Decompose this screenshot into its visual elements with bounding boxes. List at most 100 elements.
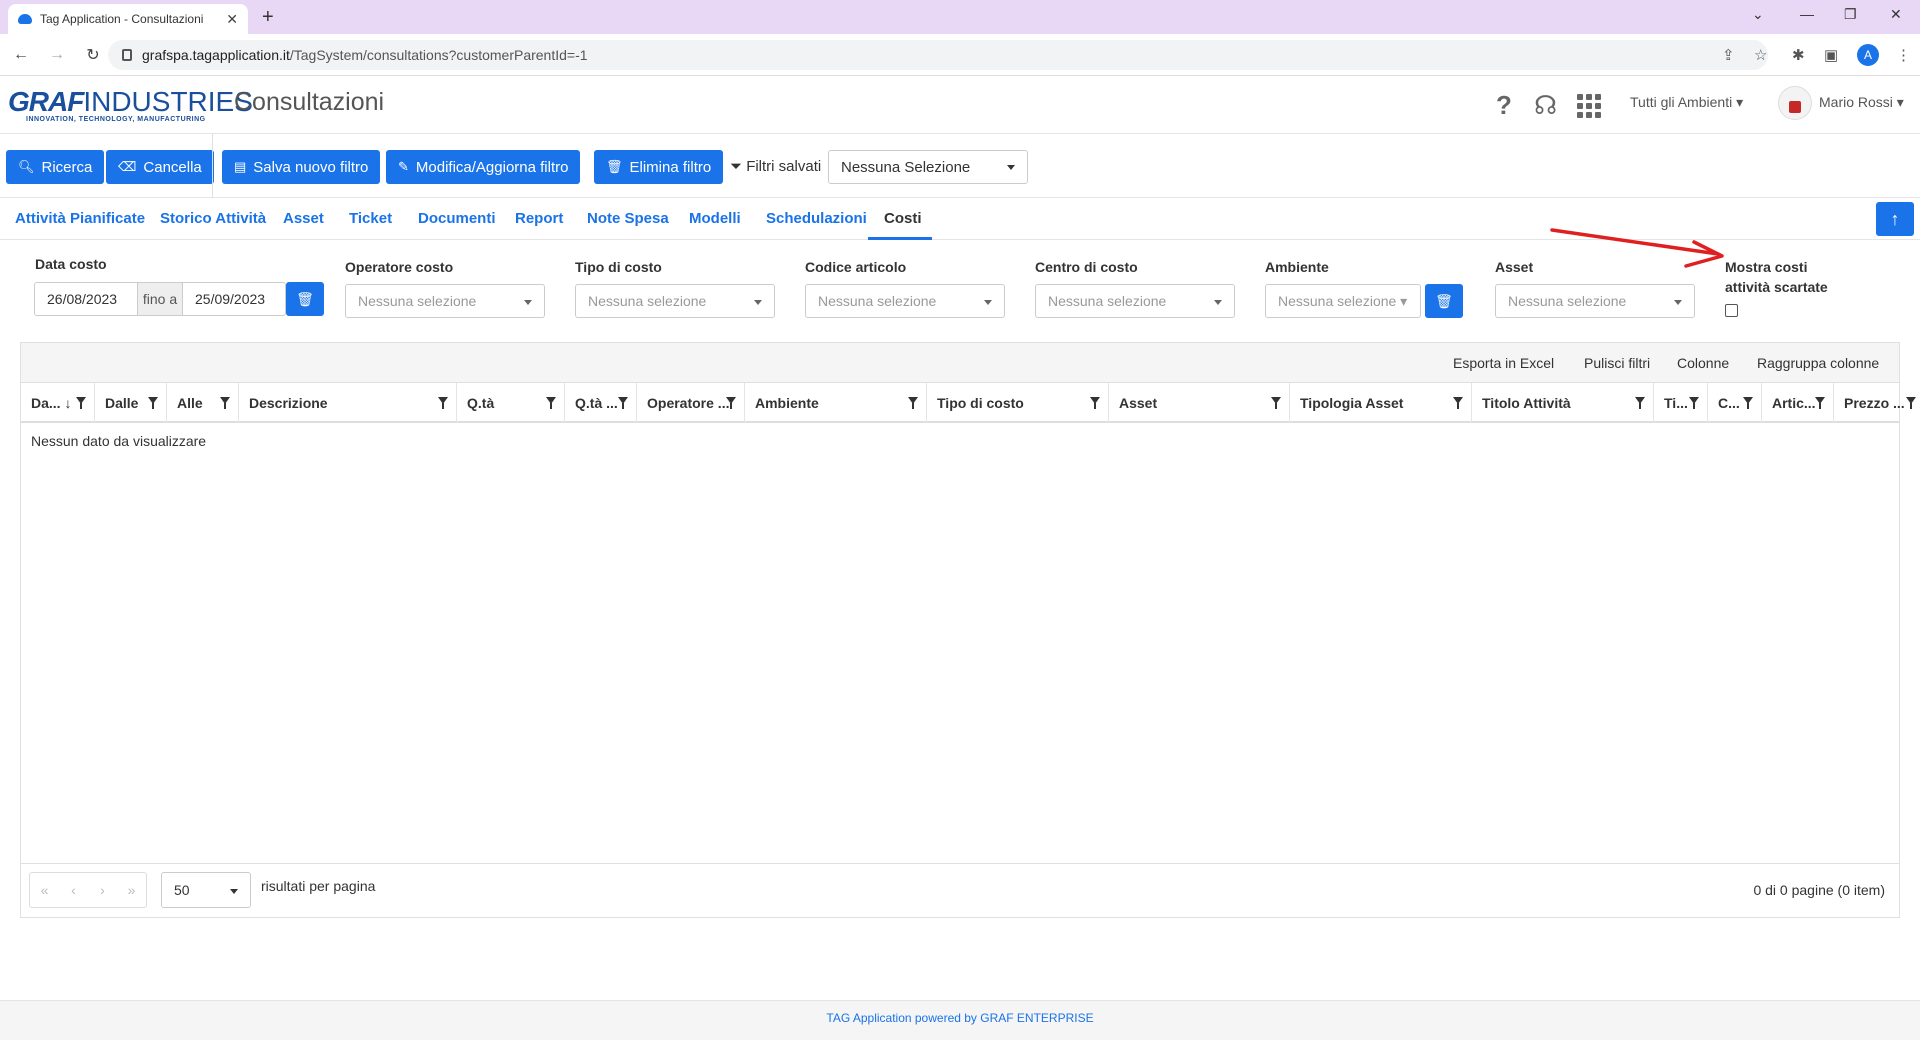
column-header[interactable]: Dalle [95,383,167,423]
filter-icon[interactable] [726,397,736,409]
filter-icon[interactable] [1635,397,1645,409]
close-icon[interactable]: ✕ [226,11,238,28]
share-icon[interactable]: ⇪ [1722,46,1735,64]
extensions-icon[interactable]: ✱ [1792,46,1805,64]
column-header[interactable]: Tipo di costo [927,383,1109,423]
restore-icon[interactable]: ❐ [1844,6,1857,23]
new-tab-icon[interactable]: + [262,6,274,29]
tab-asset[interactable]: Asset [283,210,324,227]
clear-date-button[interactable]: 🗑︎ [286,282,324,316]
column-header[interactable]: Ti... [1654,383,1708,423]
logo[interactable]: GRAFINDUSTRIES INNOVATION, TECHNOLOGY, M… [8,86,253,123]
tab-storico-attivita[interactable]: Storico Attività [160,210,266,227]
star-icon[interactable]: ☆ [1754,46,1767,64]
filter-icon[interactable] [618,397,628,409]
column-header[interactable]: Alle [167,383,239,423]
chevron-down-icon[interactable]: ⌄ [1752,6,1764,23]
operator-select[interactable]: Nessuna selezione [345,284,545,318]
column-header[interactable]: Da... ↓ [21,383,95,423]
prev-page-icon[interactable]: ‹ [59,873,88,907]
profile-avatar[interactable]: A [1857,44,1879,66]
filter-icon[interactable] [1271,397,1281,409]
cost-type-select[interactable]: Nessuna selezione [575,284,775,318]
sidepanel-icon[interactable]: ▣ [1824,46,1838,64]
tab-attivita-pianificate[interactable]: Attività Pianificate [15,210,145,227]
tab-modelli[interactable]: Modelli [689,210,741,227]
active-tab-indicator [868,237,932,240]
filter-icon[interactable] [908,397,918,409]
avatar[interactable] [1778,86,1812,120]
filter-icon[interactable] [220,397,230,409]
column-header[interactable]: Prezzo ... [1834,383,1920,423]
column-header[interactable]: Artic... [1762,383,1834,423]
columns-button[interactable]: Colonne [1677,355,1729,371]
filter-icon[interactable] [1815,397,1825,409]
column-header[interactable]: Operatore ... [637,383,745,423]
edit-filter-button[interactable]: ✎ Modifica/Aggiorna filtro [386,150,581,184]
environment-filter-select[interactable]: Nessuna selezione ▾ [1265,284,1421,318]
tab-documenti[interactable]: Documenti [418,210,496,227]
page-title: Consultazioni [234,88,385,116]
filter-icon: ⏷ [730,158,743,175]
filter-icon[interactable] [76,397,86,409]
next-page-icon[interactable]: › [88,873,117,907]
group-columns-button[interactable]: Raggruppa colonne [1757,355,1879,371]
tab-ticket[interactable]: Ticket [349,210,392,227]
tab-report[interactable]: Report [515,210,563,227]
filter-icon[interactable] [1743,397,1753,409]
show-discarded-checkbox[interactable] [1725,304,1738,317]
filter-icon[interactable] [1689,397,1699,409]
cost-type-filter-label: Tipo di costo [575,259,662,275]
asset-select[interactable]: Nessuna selezione [1495,284,1695,318]
cancel-button[interactable]: ⌫ Cancella [106,150,214,184]
filter-icon[interactable] [546,397,556,409]
filter-icon[interactable] [1453,397,1463,409]
last-page-icon[interactable]: » [117,873,146,907]
filter-icon[interactable] [148,397,158,409]
column-header[interactable]: Asset [1109,383,1290,423]
first-page-icon[interactable]: « [30,873,59,907]
column-header[interactable]: Titolo Attività [1472,383,1654,423]
minimize-icon[interactable]: — [1800,6,1814,22]
browser-tab[interactable]: Tag Application - Consultazioni ✕ [8,4,248,34]
column-header[interactable]: Q.tà ... [565,383,637,423]
page-size-select[interactable]: 50 [161,872,251,908]
filter-icon[interactable] [438,397,448,409]
apps-grid-icon[interactable] [1577,94,1601,118]
delete-filter-button[interactable]: 🗑︎ Elimina filtro [594,150,724,184]
menu-dots-icon[interactable]: ⋮ [1896,46,1911,64]
reload-icon[interactable]: ↻ [78,45,108,65]
clear-filters-button[interactable]: Pulisci filtri [1584,355,1650,371]
environment-select[interactable]: Tutti gli Ambienti ▾ [1630,94,1743,111]
tab-note-spesa[interactable]: Note Spesa [587,210,669,227]
column-header[interactable]: Q.tà [457,383,565,423]
logo-industries: INDUSTRIES [83,86,253,117]
saved-filters-select[interactable]: Nessuna Selezione [828,150,1028,184]
date-from-input[interactable]: 26/08/2023 [35,283,137,315]
back-icon[interactable]: ← [6,46,36,64]
tab-schedulazioni[interactable]: Schedulazioni [766,210,867,227]
column-header[interactable]: Ambiente [745,383,927,423]
forward-icon[interactable]: → [42,46,72,64]
user-menu[interactable]: Mario Rossi ▾ [1819,94,1904,111]
column-header[interactable]: Tipologia Asset [1290,383,1472,423]
close-window-icon[interactable]: ✕ [1890,6,1902,23]
cost-center-select[interactable]: Nessuna selezione [1035,284,1235,318]
filter-icon[interactable] [1906,397,1916,409]
url-field[interactable]: grafspa.tagapplication.it /TagSystem/con… [108,40,1768,70]
scroll-up-button[interactable]: ↑ [1876,202,1914,236]
column-header[interactable]: C... [1708,383,1762,423]
tab-costi[interactable]: Costi [884,210,922,227]
date-to-input[interactable]: 25/09/2023 [183,283,285,315]
export-excel-button[interactable]: Esporta in Excel [1453,355,1554,371]
support-headset-icon[interactable]: ☊ [1534,90,1557,121]
footer[interactable]: TAG Application powered by GRAF ENTERPRI… [0,1000,1920,1040]
save-filter-button[interactable]: ▤ Salva nuovo filtro [222,150,381,184]
help-icon[interactable]: ? [1496,90,1512,121]
clear-environment-button[interactable]: 🗑︎ [1425,284,1463,318]
article-select[interactable]: Nessuna selezione [805,284,1005,318]
browser-tab-title: Tag Application - Consultazioni [40,12,204,26]
search-button[interactable]: 🔍︎ Ricerca [6,150,105,184]
filter-icon[interactable] [1090,397,1100,409]
column-header[interactable]: Descrizione [239,383,457,423]
